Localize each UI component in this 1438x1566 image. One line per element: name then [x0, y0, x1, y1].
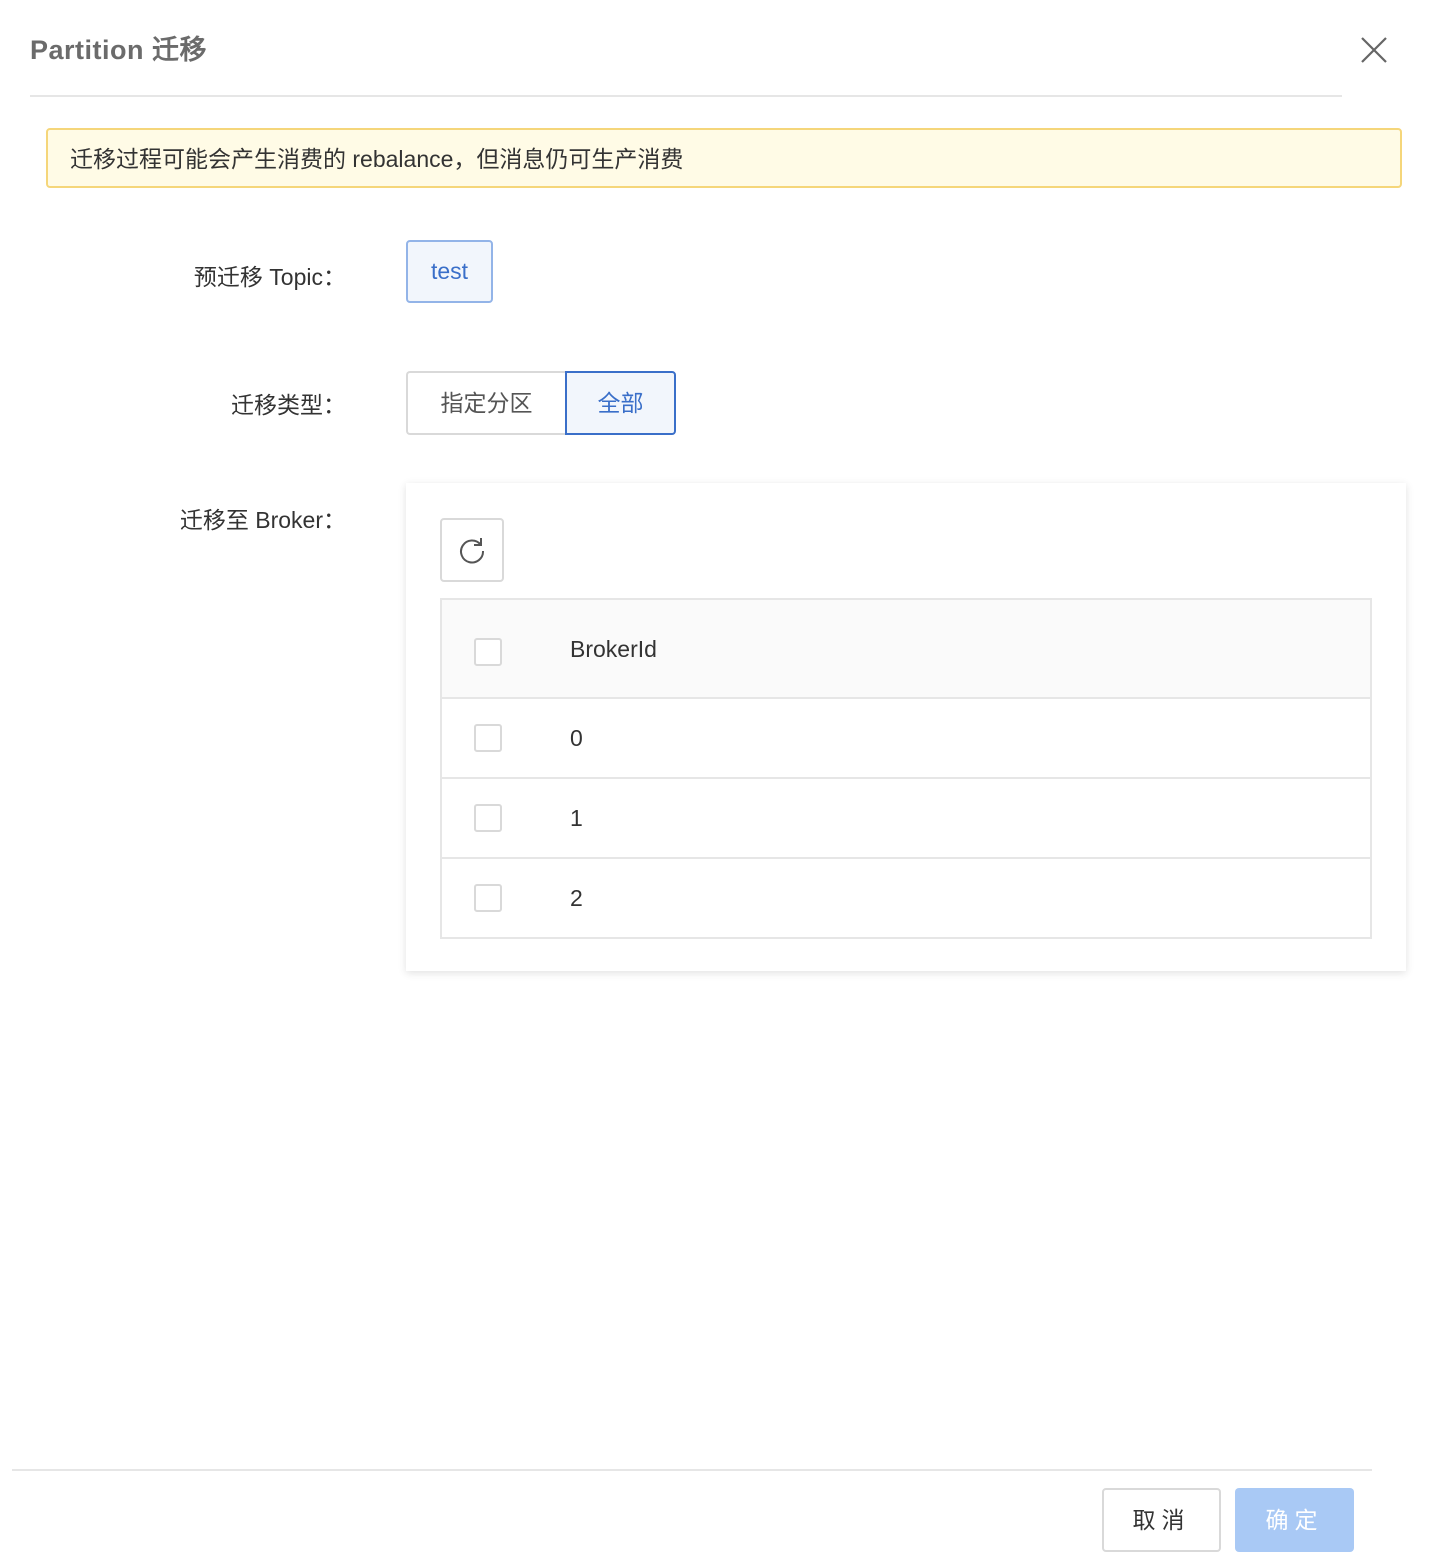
row-checkbox[interactable]: [474, 724, 502, 752]
broker-table: BrokerId 0 1 2: [440, 598, 1372, 939]
cancel-button[interactable]: 取消: [1102, 1488, 1221, 1552]
topic-tag: test: [406, 240, 493, 303]
warning-alert: 迁移过程可能会产生消费的 rebalance，但消息仍可生产消费: [46, 128, 1402, 188]
topic-label: 预迁移 Topic：: [193, 264, 346, 290]
alert-message: 迁移过程可能会产生消费的 rebalance，但消息仍可生产消费: [70, 146, 684, 172]
partition-migration-dialog: Partition 迁移 迁移过程可能会产生消费的 rebalance，但消息仍…: [0, 0, 1438, 1566]
column-header-brokerid: BrokerId: [570, 636, 657, 662]
migration-type-label: 迁移类型：: [231, 392, 346, 418]
refresh-button[interactable]: [440, 518, 504, 582]
broker-id-cell: 2: [570, 885, 583, 911]
broker-label: 迁移至 Broker：: [179, 507, 346, 533]
dialog-title: Partition 迁移: [30, 35, 208, 65]
migration-type-radio-group: 指定分区 全部: [406, 371, 676, 435]
confirm-button[interactable]: 确定: [1235, 1488, 1354, 1552]
broker-panel: BrokerId 0 1 2: [406, 483, 1406, 971]
broker-id-cell: 0: [570, 725, 583, 751]
table-row[interactable]: 0: [442, 699, 1370, 779]
table-row[interactable]: 2: [442, 859, 1370, 937]
table-row[interactable]: 1: [442, 779, 1370, 859]
close-icon[interactable]: [1356, 32, 1392, 68]
footer-divider: [12, 1469, 1372, 1471]
select-all-checkbox[interactable]: [474, 638, 502, 666]
table-header: BrokerId: [442, 600, 1370, 699]
radio-specified-partition[interactable]: 指定分区: [406, 371, 565, 435]
row-checkbox[interactable]: [474, 884, 502, 912]
refresh-icon: [460, 538, 485, 564]
radio-all[interactable]: 全部: [565, 371, 676, 435]
broker-id-cell: 1: [570, 805, 583, 831]
dialog-header: Partition 迁移: [30, 0, 1342, 97]
row-checkbox[interactable]: [474, 804, 502, 832]
